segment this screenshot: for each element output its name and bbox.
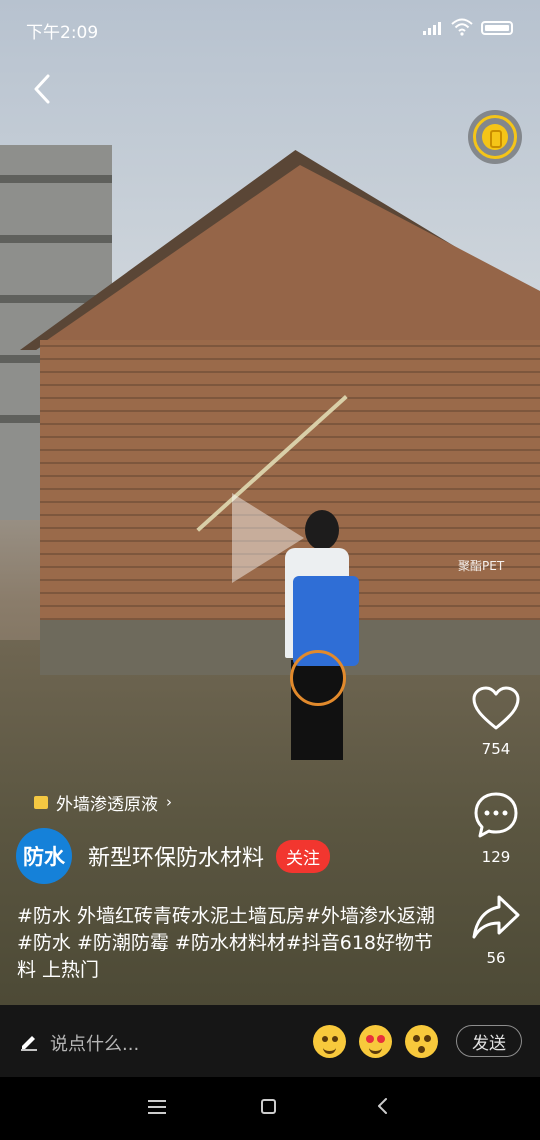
product-tag[interactable]: 外墙渗透原液 ›: [30, 789, 182, 815]
like-count: 754: [481, 740, 511, 758]
smile-emoji-icon[interactable]: [313, 1025, 346, 1058]
chevron-right-icon: ›: [166, 793, 172, 811]
battery-icon: [481, 21, 513, 35]
video-hose: [290, 650, 346, 706]
status-time: 下午2:09: [26, 23, 99, 43]
signal-icon: [423, 21, 445, 35]
surprised-emoji-icon[interactable]: [405, 1025, 438, 1058]
video-watermark: 聚酯PET: [458, 559, 505, 573]
share-count: 56: [486, 949, 506, 967]
shopping-bag-icon: [34, 795, 48, 809]
follow-button[interactable]: 关注: [276, 839, 331, 873]
nav-back-icon[interactable]: [373, 1096, 393, 1116]
menu-icon[interactable]: [148, 1100, 166, 1116]
video-caption[interactable]: #防水 外墙红砖青砖水泥土墙瓦房#外墙渗水返潮 #防水 #防潮防霉 #防水材料材…: [17, 903, 437, 984]
comment-bubble-icon: [474, 792, 518, 838]
send-button[interactable]: 发送: [456, 1025, 522, 1057]
heart-icon: [472, 686, 520, 730]
product-tag-label: 外墙渗透原液: [56, 794, 158, 815]
like-button[interactable]: 754: [466, 686, 526, 758]
pen-icon: [21, 1036, 37, 1051]
play-icon[interactable]: [232, 493, 304, 583]
comment-count: 129: [481, 848, 511, 866]
author-row: 防水 新型环保防水材料 关注: [16, 828, 331, 884]
share-arrow-icon: [472, 895, 520, 939]
comment-button[interactable]: 129: [466, 790, 526, 866]
back-arrow-icon[interactable]: [28, 72, 58, 106]
comment-input[interactable]: 说点什么...: [50, 1030, 139, 1056]
author-name[interactable]: 新型环保防水材料: [88, 840, 264, 872]
home-square-icon[interactable]: [261, 1099, 276, 1114]
share-button[interactable]: 56: [466, 893, 526, 967]
heart-eyes-emoji-icon[interactable]: [359, 1025, 392, 1058]
coin-reward-icon[interactable]: [468, 110, 522, 164]
status-bar: 下午2:09: [0, 0, 540, 58]
wifi-icon: [451, 18, 473, 36]
avatar[interactable]: 防水: [16, 828, 72, 884]
